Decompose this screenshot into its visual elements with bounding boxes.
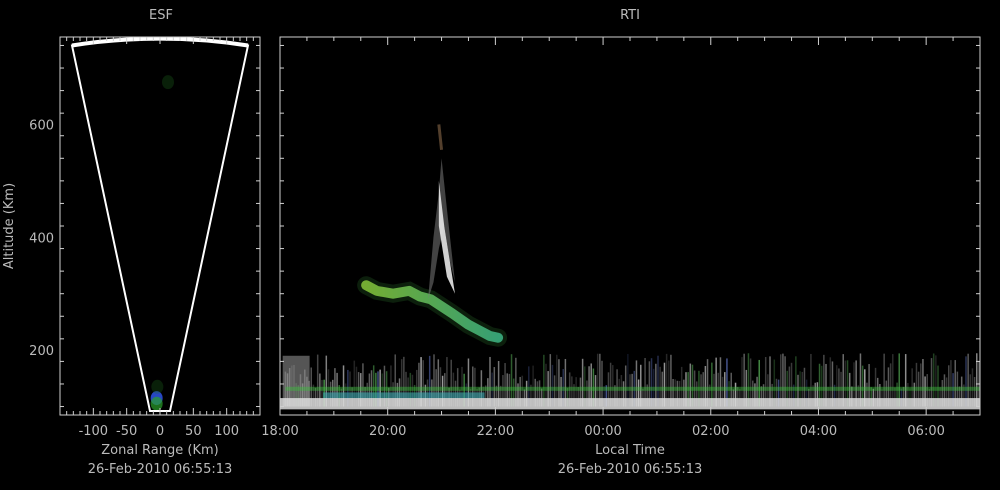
- rti-x-tick-label: 00:00: [584, 424, 621, 439]
- esf-echo: [150, 396, 163, 411]
- rti-timestamp: 26-Feb-2010 06:55:13: [558, 462, 703, 477]
- rti-title: RTI: [620, 8, 640, 23]
- figure: ESF -100 -50 0 50 100 200 400 600 Zonal Range …: [0, 0, 1000, 490]
- esf-y-tick-label: 400: [29, 231, 54, 246]
- rti-x-axis-label: Local Time: [595, 443, 665, 458]
- rti-cyan-streak: [323, 392, 485, 399]
- rti-x-tick-label: 04:00: [800, 424, 837, 439]
- esf-x-tick-label: 0: [156, 424, 164, 439]
- esf-x-tick-label: 50: [185, 424, 202, 439]
- esf-x-axis-label: Zonal Range (Km): [101, 443, 218, 458]
- esf-echo: [151, 379, 164, 394]
- esf-x-tick-label: -100: [79, 424, 109, 439]
- esf-y-tick-label: 200: [29, 344, 54, 359]
- esf-y-axis-label: Altitude (Km): [2, 183, 17, 269]
- rti-x-tick-label: 06:00: [907, 424, 944, 439]
- rti-x-tick-label: 20:00: [369, 424, 406, 439]
- rti-x-tick-label: 18:00: [261, 424, 298, 439]
- esf-x-tick-label: 100: [214, 424, 239, 439]
- esf-y-tick-label: 600: [29, 118, 54, 133]
- esf-timestamp: 26-Feb-2010 06:55:13: [88, 462, 233, 477]
- esf-echo: [162, 75, 174, 90]
- background: [0, 0, 1000, 490]
- esf-x-tick-label: -50: [116, 424, 137, 439]
- rti-x-tick-label: 02:00: [692, 424, 729, 439]
- esf-title: ESF: [149, 8, 173, 23]
- rti-green-streak: [285, 386, 980, 391]
- rti-bottom-layer: [280, 398, 980, 410]
- rti-x-tick-label: 22:00: [477, 424, 514, 439]
